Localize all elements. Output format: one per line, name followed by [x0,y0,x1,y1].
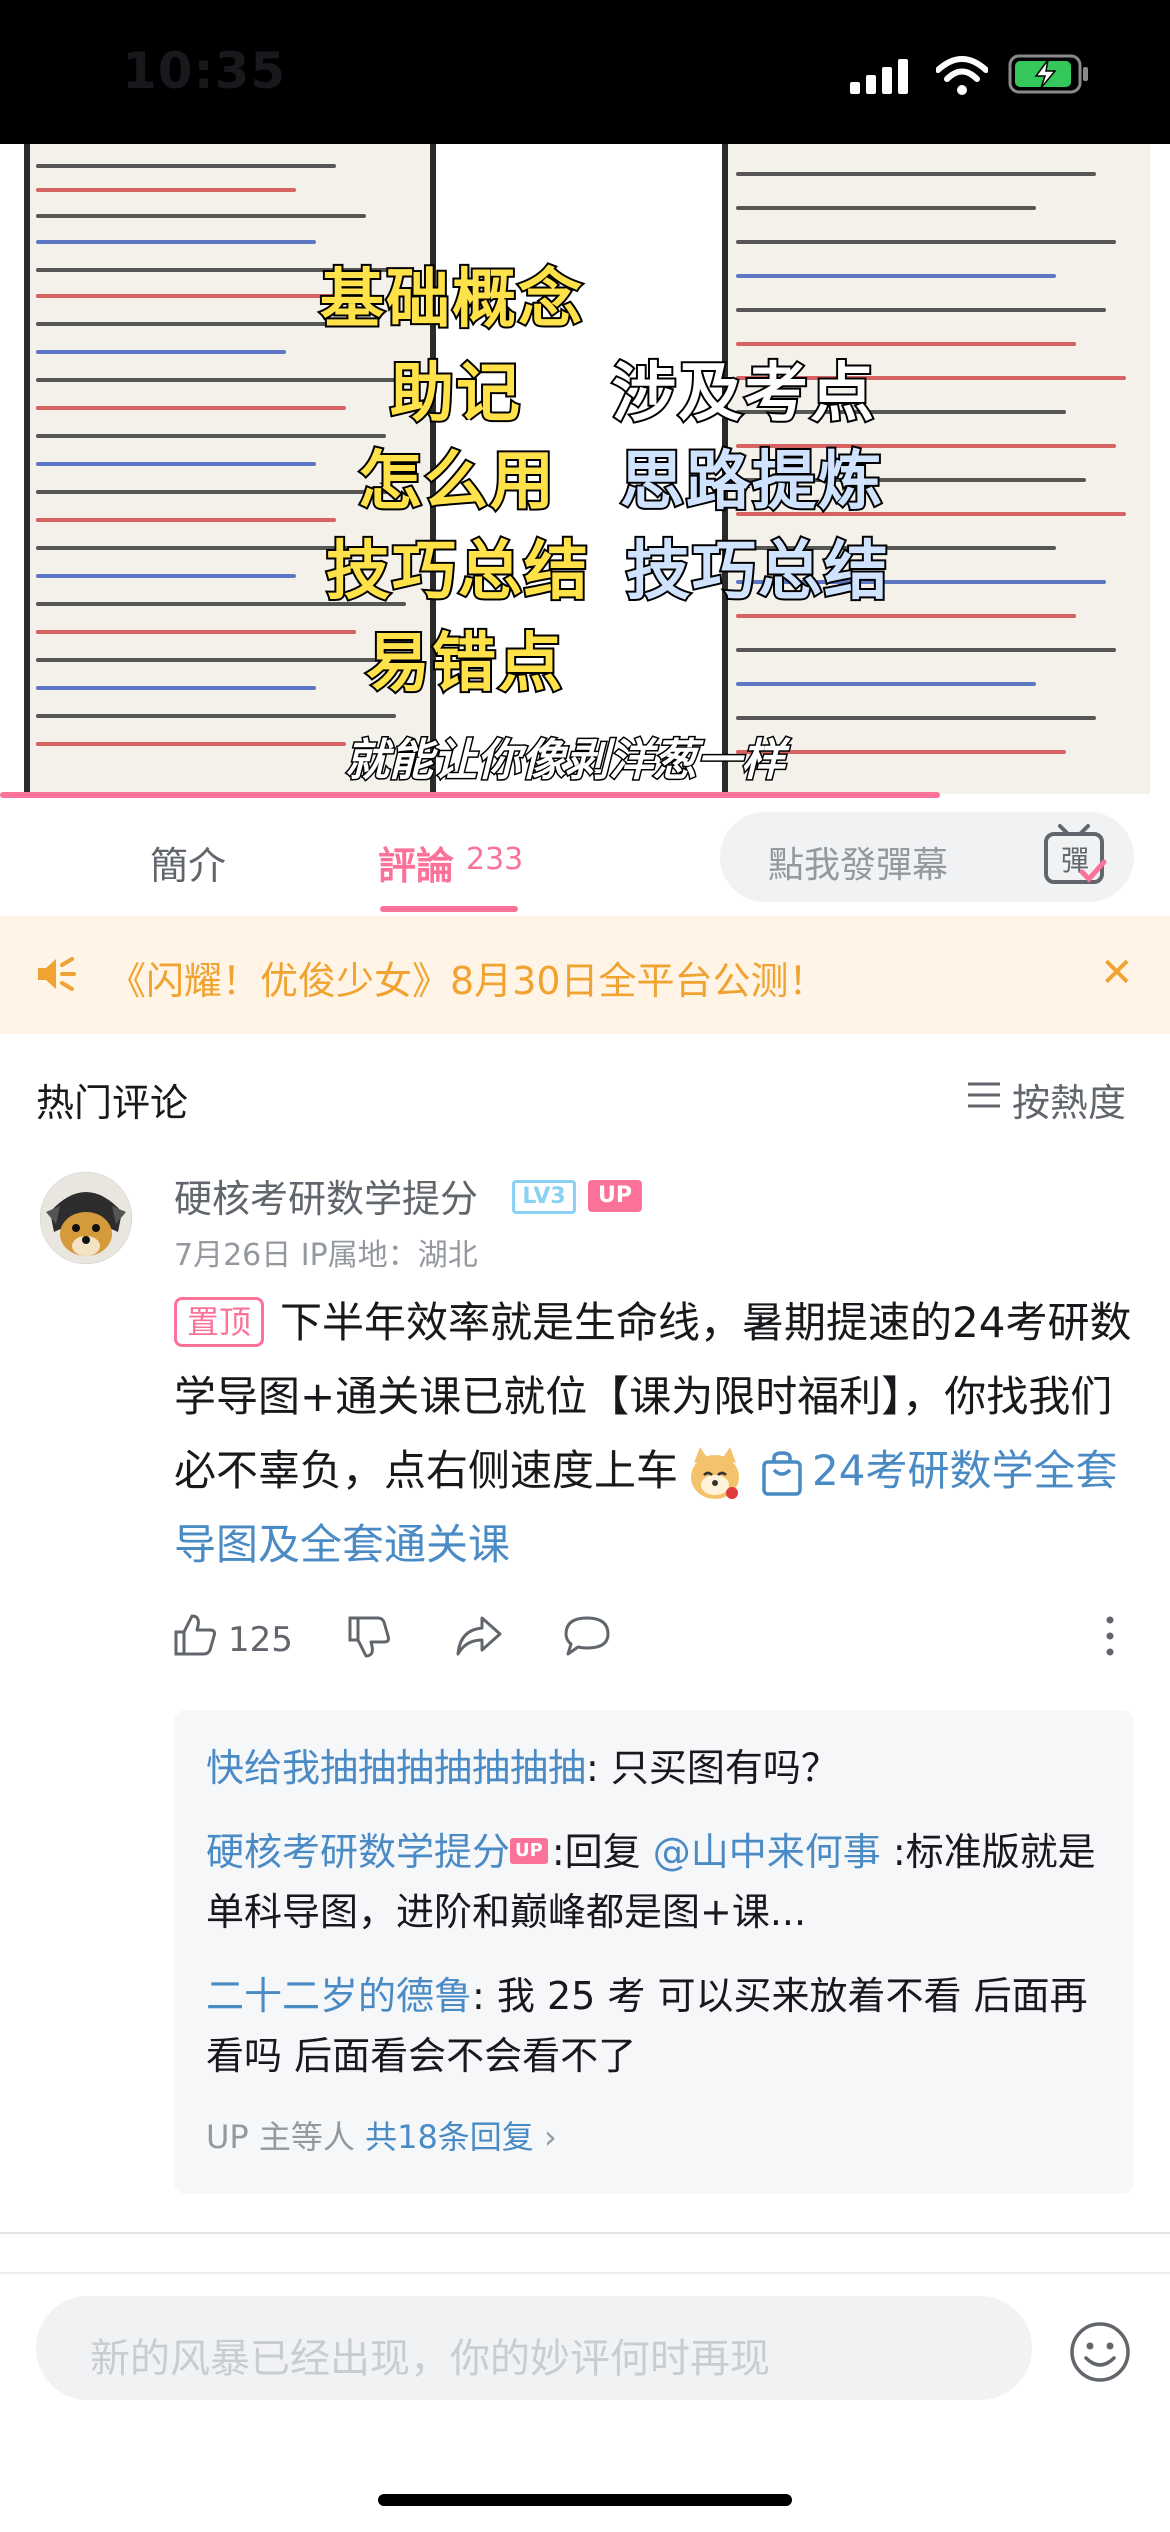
danmaku-toggle-button[interactable]: 彈 [1014,812,1134,902]
overlay-text: 基础概念 [318,261,584,339]
overlay-text: 思路提炼 [618,443,884,521]
divider [0,2232,1170,2234]
level-badge: LV3 [512,1180,576,1214]
overlay-text: 易错点 [364,625,564,703]
reply-bubble-icon[interactable] [562,1614,612,1658]
reply-username[interactable]: 快给我抽抽抽抽抽抽抽 [206,1746,586,1790]
tab-comments[interactable]: 評論 [378,835,454,890]
pinned-tag: 置顶 [174,1296,265,1347]
overlay-text: 助记 [388,355,522,433]
video-subtitle: 就能让你像剥洋葱一样 [344,734,787,788]
reply-item[interactable]: 二十二岁的德鲁: 我 25 考 可以买来放着不看 后面再看吗 后面看会不会看不了 [206,1966,1096,2086]
reply-username[interactable]: 硬核考研数学提分 [206,1830,510,1874]
comment-input-placeholder: 新的风暴已经出现，你的妙评何时再现 [90,2336,770,2382]
danmaku-tv-icon: 彈 [1044,824,1107,884]
sort-list-icon [968,1082,1000,1108]
view-all-replies[interactable]: UP 主等人 共18条回复 › [206,2112,557,2158]
reply-footer-prefix: UP 主等人 [206,2118,366,2156]
reply-item[interactable]: 快给我抽抽抽抽抽抽抽: 只买图有吗？ [206,1738,1096,1798]
comments-count: 233 [466,842,524,877]
more-options-icon[interactable] [1100,1614,1120,1658]
tab-intro[interactable]: 簡介 [150,835,226,890]
active-tab-indicator [380,906,518,912]
reply-text: : 只买图有吗？ [586,1746,839,1790]
avatar[interactable] [40,1172,132,1264]
share-icon[interactable] [454,1614,504,1658]
home-indicator [378,2494,792,2506]
section-title: 热门评论 [36,1081,189,1125]
reply-item[interactable]: 硬核考研数学提分 UP:回复 @山中来何事 :标准版就是单科导图，进阶和巅峰都是图… [206,1822,1096,1942]
overlay-text: 技巧总结 [624,533,890,611]
dislike-thumbs-down-icon[interactable] [346,1614,392,1660]
reply-text-prefix: :回复 [551,1830,653,1874]
like-thumbs-up-icon[interactable] [172,1612,218,1658]
like-count: 125 [228,1620,293,1660]
banner-text[interactable]: 《闪耀！优俊少女》8月30日全平台公测！ [108,950,827,1005]
danmaku-placeholder: 點我發彈幕 [768,845,949,886]
overlay-text: 技巧总结 [324,533,590,611]
wifi-icon [936,56,988,95]
battery-charging-icon [1008,54,1088,94]
overlay-text: 涉及考点 [610,355,876,433]
up-badge: UP [588,1180,642,1212]
overlay-text: 怎么用 [356,443,556,521]
avatar-image [40,1172,132,1264]
reply-username[interactable]: 二十二岁的德鲁 [206,1974,472,2018]
video-player[interactable]: 基础概念 助记 怎么用 技巧总结 易错点 涉及考点 思路提炼 技巧总结 就能让你… [0,144,1170,794]
cellular-signal-icon [850,59,908,94]
speaker-icon [38,957,76,991]
divider [0,2272,1170,2274]
reply-mention[interactable]: @山中来何事 [653,1830,881,1874]
comment-meta: 7月26日 IP属地：湖北 [174,1238,478,1273]
sort-button[interactable]: 按熱度 [1012,1072,1126,1127]
up-badge: UP [510,1837,548,1864]
shopping-bag-icon[interactable] [760,1450,804,1498]
emoji-icon[interactable] [1068,2320,1132,2384]
reply-total-link[interactable]: 共18条回复 [365,2118,534,2156]
comment-username[interactable]: 硬核考研数学提分 [174,1168,478,1223]
banner-close-icon[interactable]: ✕ [1100,950,1134,996]
status-time: 10:35 [122,42,287,100]
dog-emoji-icon [691,1446,740,1499]
chevron-right-icon: › [543,2118,557,2156]
comment-text: 置顶 下半年效率就是生命线，暑期提速的24考研数学导图+通关课已就位【课为限时福利… [174,1286,1132,1582]
